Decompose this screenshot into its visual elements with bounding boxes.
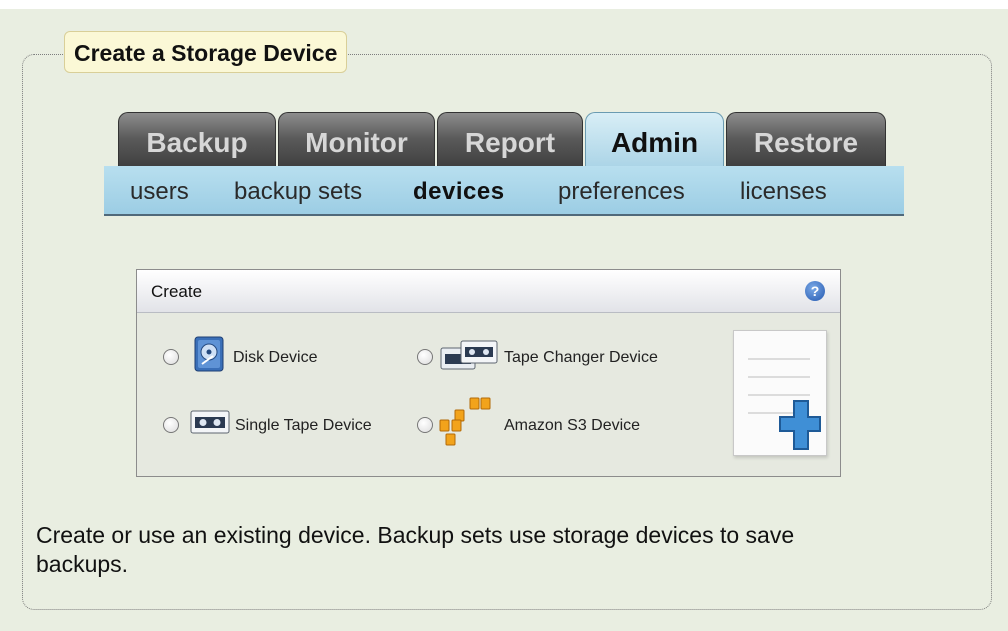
tab-report[interactable]: Report [437,112,583,170]
option-label-amazon-s3-device: Amazon S3 Device [504,417,641,434]
create-panel: Create ? Disk Device Tape Changer Device… [136,269,841,477]
disk-device-icon [193,336,225,377]
top-strip [0,0,1008,9]
option-single-tape-device[interactable]: Single Tape Device [163,408,413,441]
option-tape-changer-device[interactable]: Tape Changer Device [417,340,697,373]
description-line-2: backups. [36,551,129,577]
new-document-plus-icon[interactable] [733,330,827,456]
option-label-tape-changer-device: Tape Changer Device [504,349,658,366]
radio-disk-device[interactable] [163,349,179,365]
radio-single-tape-device[interactable] [163,417,179,433]
help-icon[interactable]: ? [805,281,825,301]
radio-tape-changer-device[interactable] [417,349,433,365]
option-amazon-s3-device[interactable]: Amazon S3 Device [417,397,677,446]
option-label-disk-device: Disk Device [233,349,318,366]
subnav-item-licenses[interactable]: licenses [740,178,827,206]
subnav-item-devices[interactable]: devices [413,178,505,206]
option-disk-device[interactable]: Disk Device [163,336,363,373]
subnav-item-backup-sets[interactable]: backup sets [234,178,362,206]
subnav-item-preferences[interactable]: preferences [558,178,685,206]
tab-restore[interactable]: Restore [726,112,886,170]
panel-header: Create ? [137,270,840,313]
single-tape-icon [190,408,230,441]
tab-monitor[interactable]: Monitor [278,112,435,170]
amazon-s3-icon [437,396,493,457]
description-line-1: Create or use an existing device. Backup… [36,522,795,548]
fieldset-legend: Create a Storage Device [64,31,348,73]
panel-title: Create [151,282,203,301]
tab-backup[interactable]: Backup [118,112,276,170]
admin-subnav: users backup sets devices preferences li… [104,166,904,216]
radio-amazon-s3-device[interactable] [417,417,433,433]
tab-admin[interactable]: Admin [585,112,724,170]
option-label-single-tape-device: Single Tape Device [235,417,372,434]
tape-changer-icon [439,339,501,376]
subnav-item-users[interactable]: users [130,178,189,206]
